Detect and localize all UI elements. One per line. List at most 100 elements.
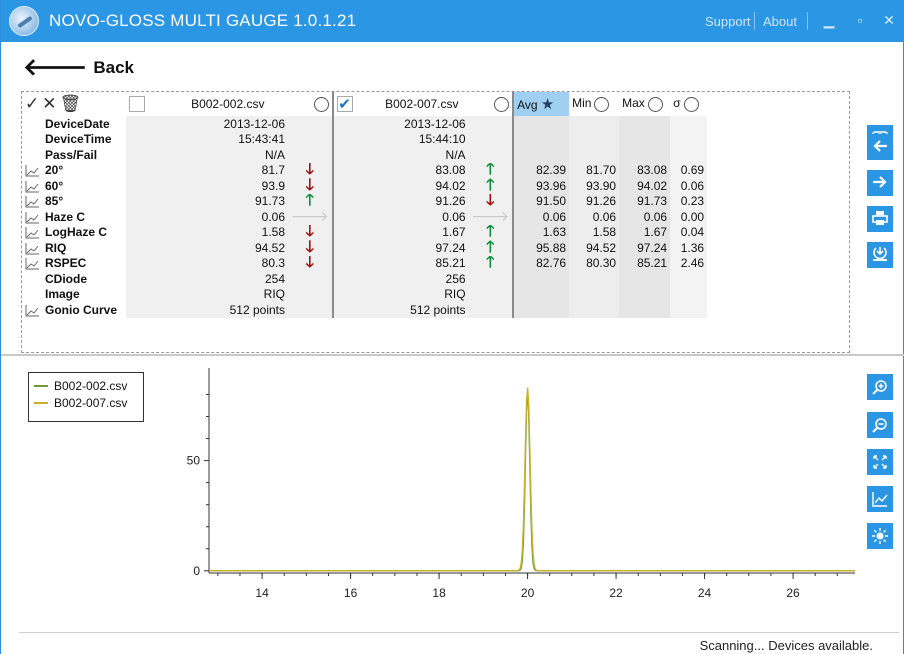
row-name: DeviceTime bbox=[45, 132, 112, 147]
max-value: 94.02 bbox=[619, 178, 671, 194]
file1-value: 2013-12-06 bbox=[126, 116, 288, 132]
sigma-value bbox=[670, 116, 708, 132]
max-value: 91.73 bbox=[619, 193, 671, 209]
file1-trend-arrow: 🡓 bbox=[288, 162, 334, 178]
min-value bbox=[569, 271, 620, 287]
max-header[interactable]: Max bbox=[619, 92, 670, 116]
row-name: Pass/Fail bbox=[45, 147, 98, 162]
row-name: Image bbox=[45, 287, 80, 302]
file1-value: 15:43:41 bbox=[126, 131, 288, 147]
trend-chart-icon[interactable] bbox=[25, 211, 39, 224]
file1-trend-arrow: 🡓 bbox=[288, 240, 334, 256]
fit-icon bbox=[873, 455, 887, 469]
trend-icon-cell[interactable] bbox=[22, 178, 42, 194]
about-link[interactable]: About bbox=[763, 14, 797, 29]
y-tick-label: 0 bbox=[193, 564, 200, 578]
avg-value: 1.63 bbox=[513, 224, 570, 240]
trend-icon-cell[interactable] bbox=[22, 302, 42, 318]
zoom-in-button[interactable] bbox=[867, 374, 893, 400]
trend-chart-icon[interactable] bbox=[25, 196, 39, 208]
brightness-icon bbox=[872, 528, 888, 544]
brightness-button[interactable] bbox=[867, 523, 893, 549]
trend-chart-icon[interactable] bbox=[25, 242, 39, 255]
file1-value: 512 points bbox=[126, 302, 288, 318]
previous-button-face[interactable] bbox=[867, 134, 893, 160]
print-button[interactable] bbox=[867, 206, 893, 232]
row-name: Gonio Curve bbox=[45, 302, 118, 317]
next-button[interactable] bbox=[867, 170, 893, 196]
chart-button[interactable] bbox=[867, 486, 893, 512]
table-row: Gonio Curve 512 points 512 points bbox=[22, 302, 708, 318]
zoom-out-button[interactable] bbox=[867, 412, 893, 438]
table-header-row: ✓ ✕ 🗑 B002-002.csv ✔ B002-007.csv Avg ★ … bbox=[22, 92, 707, 116]
x-tick-label: 16 bbox=[344, 586, 358, 600]
min-header[interactable]: Min bbox=[569, 92, 619, 116]
table-row: RSPEC 80.3 🡓 85.21 🡑 82.76 80.30 85.21 2.46 bbox=[22, 255, 708, 272]
trend-chart-icon[interactable] bbox=[25, 180, 39, 193]
table-row: 85° 91.73 🡑 91.26 🡓 91.50 91.26 91.73 0.23 bbox=[22, 193, 708, 210]
file1-value: 0.06 bbox=[126, 209, 288, 225]
support-link[interactable]: Support bbox=[705, 14, 751, 29]
trend-icon-cell[interactable] bbox=[22, 163, 42, 179]
fit-button[interactable] bbox=[867, 449, 893, 475]
max-value bbox=[619, 302, 671, 318]
max-label: Max bbox=[622, 96, 645, 111]
close-icon[interactable]: ✕ bbox=[42, 94, 56, 114]
export-button[interactable] bbox=[867, 242, 893, 268]
file1-trend-arrow: 🡓 bbox=[288, 178, 334, 194]
file2-checkbox[interactable]: ✔ bbox=[336, 96, 353, 112]
avg-value: 91.50 bbox=[513, 193, 570, 209]
file1-radio[interactable] bbox=[313, 96, 329, 112]
radio-icon bbox=[647, 96, 663, 112]
sigma-value: 2.46 bbox=[670, 255, 708, 271]
radio-icon bbox=[683, 96, 699, 112]
file1-value: 93.9 bbox=[126, 178, 288, 194]
file1-checkbox[interactable] bbox=[129, 96, 145, 112]
trend-icon-cell[interactable] bbox=[22, 225, 42, 241]
close-icon[interactable]: ✕ bbox=[879, 10, 899, 30]
trend-chart-icon[interactable] bbox=[25, 227, 39, 239]
trend-icon-cell[interactable] bbox=[22, 240, 42, 256]
table-row: 20° 81.7 🡓 83.08 🡑 82.39 81.70 83.08 0.69 bbox=[22, 162, 708, 179]
trend-chart-icon[interactable] bbox=[25, 165, 39, 177]
chart-icon bbox=[872, 492, 888, 507]
trash-icon[interactable]: 🗑 bbox=[60, 94, 82, 114]
avg-value: 93.96 bbox=[513, 178, 570, 194]
file2-value: 2013-12-06 bbox=[332, 116, 469, 132]
gonio-chart[interactable]: 14 16 18 20 22 24 26 0 50 bbox=[151, 360, 861, 610]
max-value: 83.08 bbox=[619, 162, 671, 178]
arrow-down-icon: 🡓 bbox=[305, 162, 314, 178]
title-bar: NOVO-GLOSS MULTI GAUGE 1.0.1.21 Support … bbox=[1, 0, 904, 42]
y-tick-label: 50 bbox=[187, 454, 201, 468]
trend-icon-cell[interactable] bbox=[22, 209, 42, 225]
avg-header[interactable]: Avg ★ bbox=[513, 92, 570, 116]
sigma-header[interactable]: σ bbox=[670, 92, 707, 116]
minimize-icon[interactable]: ▁ bbox=[819, 10, 839, 30]
x-tick-label: 26 bbox=[786, 586, 800, 600]
radio-icon bbox=[594, 96, 610, 112]
trend-icon-cell[interactable] bbox=[22, 194, 42, 210]
trend-icon-cell bbox=[22, 287, 42, 303]
panel-divider[interactable] bbox=[1, 354, 904, 356]
trend-chart-icon[interactable] bbox=[25, 304, 39, 317]
avg-value: 95.88 bbox=[513, 240, 570, 256]
file2-radio[interactable] bbox=[494, 96, 510, 112]
maximize-icon[interactable]: ▫ bbox=[850, 10, 870, 30]
table-row: Pass/Fail N/A N/A bbox=[22, 147, 708, 163]
check-icon[interactable]: ✓ bbox=[25, 94, 39, 114]
file1-trend-arrow: 🡓 bbox=[288, 255, 334, 271]
max-value: 1.67 bbox=[619, 224, 671, 240]
chart-legend: B002-002.csv B002-007.csv bbox=[28, 372, 144, 422]
measurement-grid: ✓ ✕ 🗑 B002-002.csv ✔ B002-007.csv Avg ★ … bbox=[21, 91, 850, 353]
app-title: NOVO-GLOSS MULTI GAUGE 1.0.1.21 bbox=[49, 11, 357, 30]
row-name: 20° bbox=[45, 163, 64, 178]
title-separator bbox=[807, 12, 808, 30]
back-button[interactable]: 🡐 Back bbox=[23, 56, 134, 80]
trend-icon-cell[interactable] bbox=[22, 256, 42, 272]
sigma-value bbox=[670, 131, 708, 147]
file1-trend-arrow bbox=[288, 131, 334, 147]
trend-chart-icon[interactable] bbox=[25, 258, 39, 270]
status-text: Scanning... Devices available. bbox=[699, 638, 873, 653]
arrow-up-icon: 🡑 bbox=[305, 193, 314, 209]
file2-trend-arrow bbox=[468, 116, 515, 132]
